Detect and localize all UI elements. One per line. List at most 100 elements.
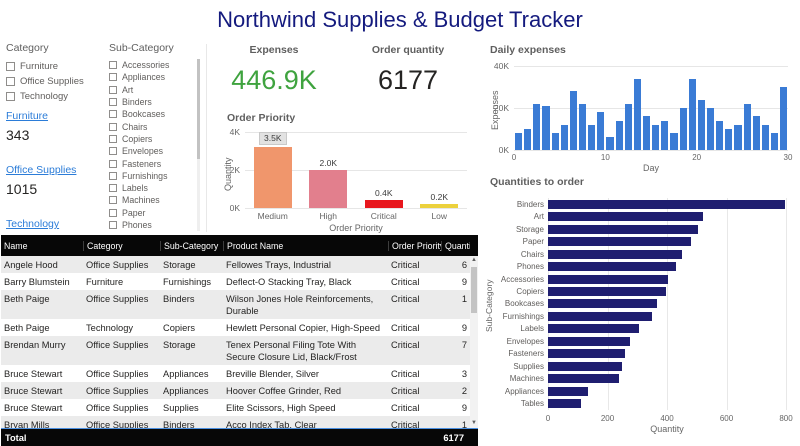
slicer-item-art[interactable]: Art bbox=[109, 84, 200, 96]
bar-machines[interactable] bbox=[548, 374, 619, 383]
card-category-link[interactable]: Office Supplies bbox=[6, 164, 76, 176]
bar-fasteners[interactable] bbox=[548, 349, 625, 358]
bar-chairs[interactable] bbox=[548, 250, 682, 259]
slicer-item-appliances[interactable]: Appliances bbox=[109, 71, 200, 83]
checkbox-icon[interactable] bbox=[6, 92, 15, 101]
subcategory-scrollbar[interactable] bbox=[197, 59, 200, 231]
slicer-item-furnishings[interactable]: Furnishings bbox=[109, 170, 200, 182]
checkbox-icon[interactable] bbox=[109, 172, 117, 180]
bar-binders[interactable] bbox=[548, 200, 785, 209]
table-scrollbar[interactable]: ▲ ▼ bbox=[470, 256, 478, 428]
slicer-item-envelopes[interactable]: Envelopes bbox=[109, 145, 200, 157]
bar-accessories[interactable] bbox=[548, 275, 668, 284]
bar-day-5[interactable] bbox=[552, 133, 559, 150]
bar-day-16[interactable] bbox=[652, 125, 659, 150]
bar-copiers[interactable] bbox=[548, 287, 666, 296]
scrollbar-thumb[interactable] bbox=[471, 267, 477, 313]
bar-day-11[interactable] bbox=[606, 137, 613, 150]
bar-day-30[interactable] bbox=[780, 87, 787, 150]
card-category-link[interactable]: Furniture bbox=[6, 110, 48, 122]
bar-day-27[interactable] bbox=[753, 116, 760, 150]
checkbox-icon[interactable] bbox=[109, 196, 117, 204]
column-header-quantity[interactable]: Quantity bbox=[441, 241, 470, 251]
bar-day-13[interactable] bbox=[625, 104, 632, 150]
bar-envelopes[interactable] bbox=[548, 337, 630, 346]
checkbox-icon[interactable] bbox=[109, 184, 117, 192]
bar[interactable] bbox=[254, 147, 292, 208]
slicer-item-labels[interactable]: Labels bbox=[109, 182, 200, 194]
checkbox-icon[interactable] bbox=[109, 221, 117, 229]
slicer-item-binders[interactable]: Binders bbox=[109, 96, 200, 108]
scrollbar-thumb[interactable] bbox=[197, 59, 200, 159]
table-row[interactable]: Barry BlumsteinFurnitureFurnishingsDefle… bbox=[1, 273, 470, 290]
checkbox-icon[interactable] bbox=[109, 160, 117, 168]
checkbox-icon[interactable] bbox=[109, 209, 117, 217]
bar-day-9[interactable] bbox=[588, 125, 595, 150]
card-category-link[interactable]: Technology bbox=[6, 218, 59, 230]
slicer-item-furniture[interactable]: Furniture bbox=[6, 59, 102, 74]
bar-furnishings[interactable] bbox=[548, 312, 652, 321]
bar-day-2[interactable] bbox=[524, 129, 531, 150]
bar-supplies[interactable] bbox=[548, 362, 622, 371]
bar-day-18[interactable] bbox=[670, 133, 677, 150]
slicer-item-fasteners[interactable]: Fasteners bbox=[109, 157, 200, 169]
column-header-sub-category[interactable]: Sub-Category bbox=[160, 241, 223, 251]
bar-day-6[interactable] bbox=[561, 125, 568, 150]
slicer-item-chairs[interactable]: Chairs bbox=[109, 120, 200, 132]
bar-day-17[interactable] bbox=[661, 121, 668, 150]
checkbox-icon[interactable] bbox=[109, 73, 117, 81]
table-row[interactable]: Brendan MurryOffice SuppliesStorageTenex… bbox=[1, 336, 470, 365]
bar-appliances[interactable] bbox=[548, 387, 588, 396]
bar-day-19[interactable] bbox=[680, 108, 687, 150]
table-row[interactable]: Beth PaigeOffice SuppliesBindersWilson J… bbox=[1, 290, 470, 319]
bar-day-7[interactable] bbox=[570, 91, 577, 150]
bar[interactable] bbox=[420, 204, 458, 208]
slicer-item-bookcases[interactable]: Bookcases bbox=[109, 108, 200, 120]
bar-day-25[interactable] bbox=[734, 125, 741, 150]
bar-labels[interactable] bbox=[548, 324, 639, 333]
slicer-item-accessories[interactable]: Accessories bbox=[109, 59, 200, 71]
bar-tables[interactable] bbox=[548, 399, 581, 408]
checkbox-icon[interactable] bbox=[109, 135, 117, 143]
slicer-item-machines[interactable]: Machines bbox=[109, 194, 200, 206]
bar-day-1[interactable] bbox=[515, 133, 522, 150]
column-header-order-priority[interactable]: Order Priority bbox=[388, 241, 441, 251]
column-header-category[interactable]: Category bbox=[83, 241, 160, 251]
slicer-item-copiers[interactable]: Copiers bbox=[109, 133, 200, 145]
slicer-item-office-supplies[interactable]: Office Supplies bbox=[6, 74, 102, 89]
bar-phones[interactable] bbox=[548, 262, 676, 271]
scroll-up-icon[interactable]: ▲ bbox=[470, 256, 478, 265]
table-row[interactable]: Beth PaigeTechnologyCopiersHewlett Perso… bbox=[1, 319, 470, 336]
checkbox-icon[interactable] bbox=[109, 147, 117, 155]
bar-day-23[interactable] bbox=[716, 121, 723, 150]
table-row[interactable]: Angele HoodOffice SuppliesStorageFellowe… bbox=[1, 256, 470, 273]
bar-day-8[interactable] bbox=[579, 104, 586, 150]
slicer-item-paper[interactable]: Paper bbox=[109, 207, 200, 219]
table-row[interactable]: Bruce StewartOffice SuppliesAppliancesBr… bbox=[1, 365, 470, 382]
bar-day-14[interactable] bbox=[634, 79, 641, 150]
slicer-item-technology[interactable]: Technology bbox=[6, 89, 102, 104]
bar-day-28[interactable] bbox=[762, 125, 769, 150]
table-row[interactable]: Bruce StewartOffice SuppliesAppliancesHo… bbox=[1, 382, 470, 399]
checkbox-icon[interactable] bbox=[109, 86, 117, 94]
table-row[interactable]: Bruce StewartOffice SuppliesSuppliesElit… bbox=[1, 399, 470, 416]
checkbox-icon[interactable] bbox=[109, 123, 117, 131]
bar-day-26[interactable] bbox=[744, 104, 751, 150]
scroll-down-icon[interactable]: ▼ bbox=[470, 419, 478, 428]
bar-day-24[interactable] bbox=[725, 129, 732, 150]
bar-storage[interactable] bbox=[548, 225, 698, 234]
bar-day-12[interactable] bbox=[616, 121, 623, 150]
bar-art[interactable] bbox=[548, 212, 703, 221]
checkbox-icon[interactable] bbox=[109, 98, 117, 106]
bar-paper[interactable] bbox=[548, 237, 691, 246]
bar[interactable] bbox=[309, 170, 347, 208]
bar-day-4[interactable] bbox=[542, 106, 549, 150]
checkbox-icon[interactable] bbox=[6, 62, 15, 71]
checkbox-icon[interactable] bbox=[109, 110, 117, 118]
column-header-name[interactable]: Name bbox=[1, 241, 83, 251]
column-header-product-name[interactable]: Product Name bbox=[223, 241, 388, 251]
bar-day-29[interactable] bbox=[771, 133, 778, 150]
checkbox-icon[interactable] bbox=[109, 61, 117, 69]
bar-day-22[interactable] bbox=[707, 108, 714, 150]
bar-day-21[interactable] bbox=[698, 100, 705, 150]
